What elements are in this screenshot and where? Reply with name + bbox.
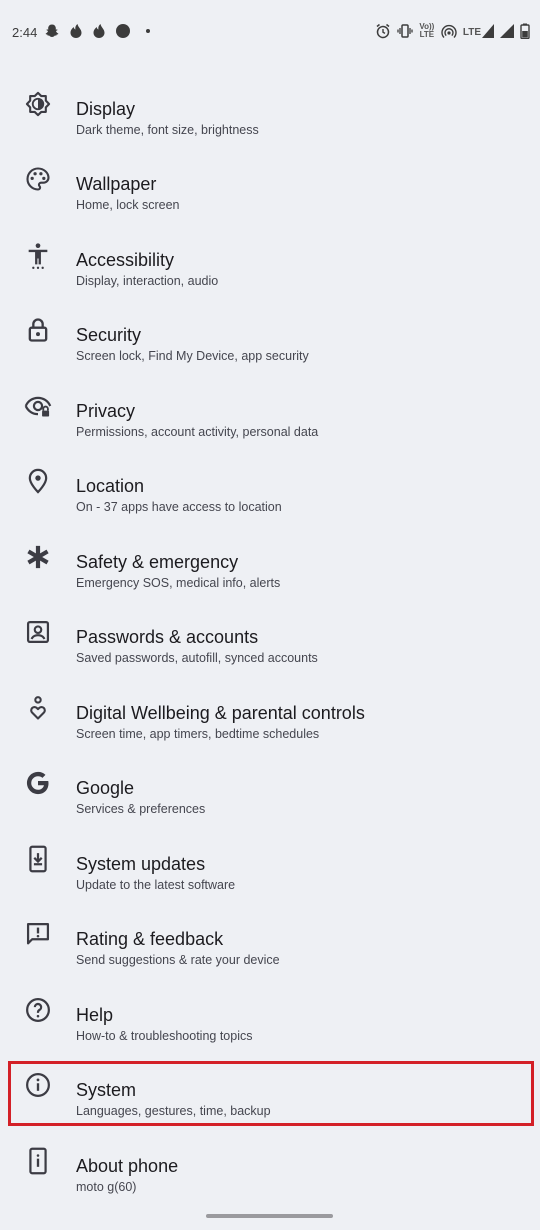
tinder-icon (92, 23, 106, 39)
settings-item-title: Privacy (76, 401, 136, 421)
lte-label: LTE (462, 27, 481, 38)
settings-item-title: Rating & feedback (76, 929, 224, 949)
google-g-icon (24, 769, 52, 797)
hotspot-icon (441, 23, 457, 39)
settings-item-title: System (76, 1080, 137, 1100)
settings-item-title: Location (76, 476, 145, 496)
status-time: 2:44 (12, 25, 38, 40)
gesture-navigation-bar[interactable] (206, 1214, 333, 1218)
alarm-icon (375, 23, 391, 39)
accessibility-icon (24, 241, 52, 269)
settings-item-title: About phone (76, 1156, 179, 1176)
settings-item-title: Google (76, 778, 135, 798)
palette-icon (24, 165, 52, 193)
settings-item-subtitle: Services & preferences (76, 802, 206, 816)
location-pin-icon (24, 467, 52, 495)
settings-item-subtitle: How-to & troubleshooting topics (76, 1029, 253, 1043)
snapchat-icon (44, 23, 60, 39)
settings-item-subtitle: moto g(60) (76, 1180, 137, 1194)
settings-item-title: Wallpaper (76, 174, 157, 194)
settings-item-subtitle: Saved passwords, autofill, synced accoun… (76, 651, 318, 665)
settings-item-security[interactable]: Security Screen lock, Find My Device, ap… (0, 297, 540, 372)
settings-item-title: Help (76, 1005, 114, 1025)
feedback-icon (24, 920, 52, 948)
status-bar: 2:44 Vo)) LTE LTE (0, 0, 540, 64)
settings-item-help[interactable]: Help How-to & troubleshooting topics (0, 977, 540, 1052)
settings-item-wallpaper[interactable]: Wallpaper Home, lock screen (0, 146, 540, 221)
system-status-icons: Vo)) LTE LTE (375, 23, 530, 39)
settings-item-system-updates[interactable]: System updates Update to the latest soft… (0, 826, 540, 901)
settings-item-privacy[interactable]: Privacy Permissions, account activity, p… (0, 373, 540, 448)
settings-item-subtitle: Emergency SOS, medical info, alerts (76, 576, 281, 590)
volte-icon: Vo)) LTE (419, 22, 435, 39)
settings-item-subtitle: Update to the latest software (76, 878, 236, 892)
settings-item-display[interactable]: Display Dark theme, font size, brightnes… (0, 71, 540, 146)
settings-item-subtitle: Display, interaction, audio (76, 274, 219, 288)
settings-item-google[interactable]: Google Services & preferences (0, 750, 540, 825)
vibrate-icon (397, 23, 413, 39)
settings-item-title: System updates (76, 854, 206, 874)
settings-item-system[interactable]: System Languages, gestures, time, backup (0, 1052, 540, 1127)
display-icon (24, 90, 52, 118)
lock-icon (24, 316, 52, 344)
settings-item-subtitle: Screen time, app timers, bedtime schedul… (76, 727, 320, 741)
tinder-icon (69, 23, 83, 39)
settings-item-subtitle: Send suggestions & rate your device (76, 953, 280, 967)
settings-item-subtitle: Permissions, account activity, personal … (76, 425, 319, 439)
notification-icons (44, 23, 156, 39)
settings-item-subtitle: Screen lock, Find My Device, app securit… (76, 349, 309, 363)
asterisk-icon (24, 543, 52, 571)
info-icon (24, 1071, 52, 1099)
settings-item-location[interactable]: Location On - 37 apps have access to loc… (0, 448, 540, 523)
lte-signal-icon: LTE (463, 24, 494, 38)
settings-item-rating-feedback[interactable]: Rating & feedback Send suggestions & rat… (0, 901, 540, 976)
settings-item-title: Safety & emergency (76, 552, 239, 572)
dot-icon (140, 23, 156, 39)
circle-icon (115, 23, 131, 39)
settings-item-subtitle: On - 37 apps have access to location (76, 500, 282, 514)
wellbeing-icon (24, 694, 52, 722)
settings-item-passwords-accounts[interactable]: Passwords & accounts Saved passwords, au… (0, 599, 540, 674)
system-update-icon (24, 845, 52, 873)
privacy-eye-icon (24, 392, 52, 420)
settings-item-subtitle: Dark theme, font size, brightness (76, 123, 259, 137)
battery-icon (520, 23, 530, 39)
settings-item-title: Security (76, 325, 142, 345)
settings-item-safety-emergency[interactable]: Safety & emergency Emergency SOS, medica… (0, 524, 540, 599)
settings-item-title: Digital Wellbeing & parental controls (76, 703, 365, 723)
settings-item-about-phone[interactable]: About phone moto g(60) (0, 1128, 540, 1203)
account-box-icon (24, 618, 52, 646)
settings-item-title: Accessibility (76, 250, 175, 270)
settings-item-accessibility[interactable]: Accessibility Display, interaction, audi… (0, 222, 540, 297)
settings-item-digital-wellbeing[interactable]: Digital Wellbeing & parental controls Sc… (0, 675, 540, 750)
settings-item-title: Display (76, 99, 136, 119)
settings-item-subtitle: Home, lock screen (76, 198, 180, 212)
phone-info-icon (24, 1147, 52, 1175)
help-icon (24, 996, 52, 1024)
settings-item-title: Passwords & accounts (76, 627, 259, 647)
settings-item-subtitle: Languages, gestures, time, backup (76, 1104, 271, 1118)
signal-icon (500, 24, 514, 38)
